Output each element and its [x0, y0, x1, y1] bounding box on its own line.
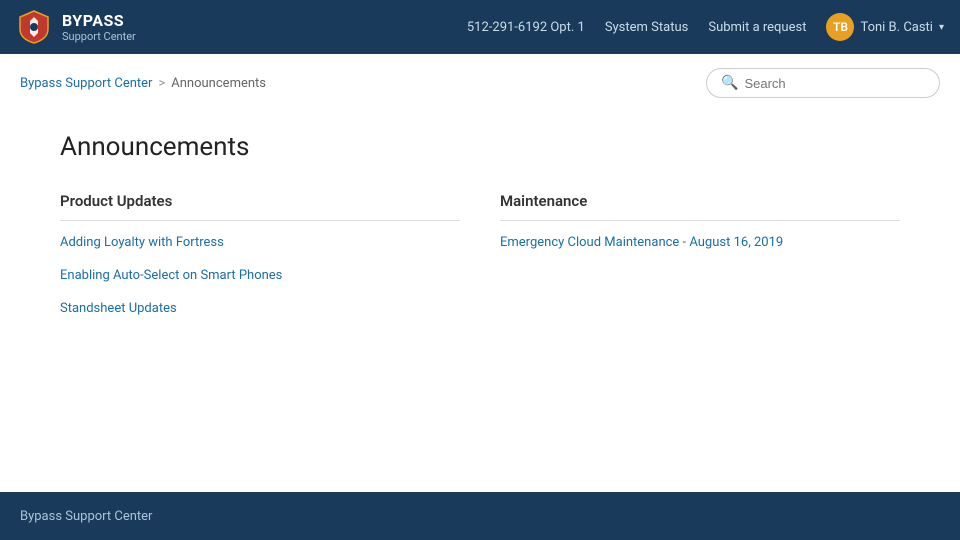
breadcrumb-separator: >	[158, 76, 165, 91]
bypass-logo-icon	[16, 9, 52, 45]
user-avatar: TB	[826, 13, 854, 41]
brand-sub: Support Center	[62, 30, 136, 43]
search-box[interactable]: 🔍	[706, 68, 940, 98]
brand-name: BYPASS	[62, 11, 136, 30]
breadcrumb-bar: Bypass Support Center > Announcements 🔍	[0, 54, 960, 112]
header-nav: 512-291-6192 Opt. 1 System Status Submit…	[467, 13, 944, 41]
user-initials: TB	[833, 20, 848, 34]
breadcrumb-current: Announcements	[171, 76, 266, 91]
product-updates-column: Product Updates Adding Loyalty with Fort…	[60, 192, 460, 334]
article-link-loyalty[interactable]: Adding Loyalty with Fortress	[60, 235, 460, 250]
maintenance-column: Maintenance Emergency Cloud Maintenance …	[500, 192, 900, 334]
breadcrumb-home[interactable]: Bypass Support Center	[20, 76, 152, 91]
search-input[interactable]	[744, 76, 925, 91]
site-footer: Bypass Support Center	[0, 492, 960, 540]
columns: Product Updates Adding Loyalty with Fort…	[60, 192, 900, 334]
breadcrumb: Bypass Support Center > Announcements	[20, 76, 266, 91]
page-title: Announcements	[60, 132, 900, 162]
chevron-down-icon: ▾	[939, 22, 944, 33]
main-content: Announcements Product Updates Adding Loy…	[0, 112, 960, 374]
header-brand: BYPASS Support Center	[16, 9, 136, 45]
footer-text: Bypass Support Center	[20, 509, 152, 524]
system-status-link[interactable]: System Status	[605, 20, 689, 35]
product-updates-title: Product Updates	[60, 192, 460, 221]
article-link-cloud-maintenance[interactable]: Emergency Cloud Maintenance - August 16,…	[500, 235, 900, 250]
user-menu[interactable]: TB Toni B. Casti ▾	[826, 13, 944, 41]
article-link-standsheet[interactable]: Standsheet Updates	[60, 301, 460, 316]
search-icon: 🔍	[721, 75, 738, 91]
maintenance-title: Maintenance	[500, 192, 900, 221]
brand-text: BYPASS Support Center	[62, 11, 136, 43]
article-link-autoselect[interactable]: Enabling Auto-Select on Smart Phones	[60, 268, 460, 283]
submit-request-link[interactable]: Submit a request	[708, 20, 806, 35]
phone-number: 512-291-6192 Opt. 1	[467, 20, 585, 35]
user-name: Toni B. Casti	[860, 20, 933, 35]
site-header: BYPASS Support Center 512-291-6192 Opt. …	[0, 0, 960, 54]
